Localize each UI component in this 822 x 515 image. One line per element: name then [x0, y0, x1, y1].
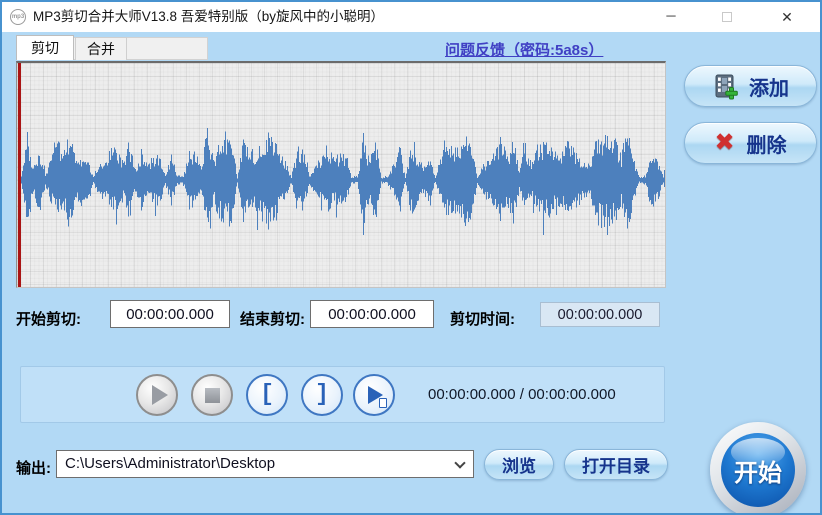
title-bar: mp3 MP3剪切合并大师V13.8 吾爱特别版（by旋风中的小聪明） ─ ✕ — [2, 2, 820, 32]
playback-panel: [ ] 00:00:00.000 / 00:00:00.000 — [20, 366, 665, 423]
cut-duration-value: 00:00:00.000 — [540, 302, 660, 327]
window-title: MP3剪切合并大师V13.8 吾爱特别版（by旋风中的小聪明） — [33, 2, 384, 32]
chevron-down-icon[interactable] — [454, 457, 465, 468]
preview-cut-button[interactable] — [353, 374, 395, 416]
add-file-button[interactable]: 添加 — [684, 65, 817, 107]
app-window: mp3 MP3剪切合并大师V13.8 吾爱特别版（by旋风中的小聪明） ─ ✕ … — [0, 0, 822, 515]
start-cut-input[interactable] — [110, 300, 230, 328]
maximize-button — [704, 2, 750, 32]
waveform-graphic — [21, 63, 665, 287]
open-bracket-icon: [ — [260, 381, 274, 407]
cut-duration-label: 剪切时间: — [450, 308, 515, 329]
end-cut-label: 结束剪切: — [240, 308, 305, 329]
feedback-link[interactable]: 问题反馈（密码:5a8s） — [445, 39, 603, 60]
close-button[interactable]: ✕ — [764, 2, 810, 32]
clip-doc-icon — [379, 398, 387, 408]
browse-button[interactable]: 浏览 — [484, 449, 554, 480]
start-button[interactable]: 开始 — [710, 422, 806, 515]
end-cut-input[interactable] — [310, 300, 434, 328]
tab-merge[interactable]: 合并 — [75, 37, 127, 60]
waveform-path — [22, 128, 665, 235]
waveform-display[interactable] — [16, 61, 666, 288]
maximize-icon — [722, 12, 732, 22]
delete-button-label: 删除 — [747, 129, 787, 158]
delete-x-icon: ✖ — [714, 131, 734, 155]
close-icon: ✕ — [781, 9, 793, 26]
tab-cut[interactable]: 剪切 — [16, 35, 74, 60]
close-bracket-icon: ] — [315, 381, 329, 407]
mark-end-button[interactable]: ] — [301, 374, 343, 416]
film-add-icon — [712, 73, 739, 100]
stop-icon — [205, 388, 220, 403]
output-path-value: C:\Users\Administrator\Desktop — [65, 451, 275, 477]
start-button-face: 开始 — [721, 433, 795, 507]
start-cut-label: 开始剪切: — [16, 308, 81, 329]
play-button[interactable] — [136, 374, 178, 416]
minimize-icon: ─ — [666, 8, 675, 23]
play-icon — [152, 385, 168, 405]
delete-file-button[interactable]: ✖ 删除 — [684, 122, 817, 164]
start-button-label: 开始 — [734, 453, 782, 488]
open-directory-button[interactable]: 打开目录 — [564, 449, 668, 480]
mark-start-button[interactable]: [ — [246, 374, 288, 416]
minimize-button[interactable]: ─ — [648, 2, 694, 32]
add-button-label: 添加 — [749, 72, 789, 101]
output-path-combobox[interactable]: C:\Users\Administrator\Desktop — [56, 450, 474, 478]
playback-time-display: 00:00:00.000 / 00:00:00.000 — [428, 367, 616, 422]
stop-button[interactable] — [191, 374, 233, 416]
output-label: 输出: — [16, 457, 51, 478]
app-logo-text: mp3 — [12, 14, 24, 20]
app-logo-icon: mp3 — [10, 9, 26, 25]
